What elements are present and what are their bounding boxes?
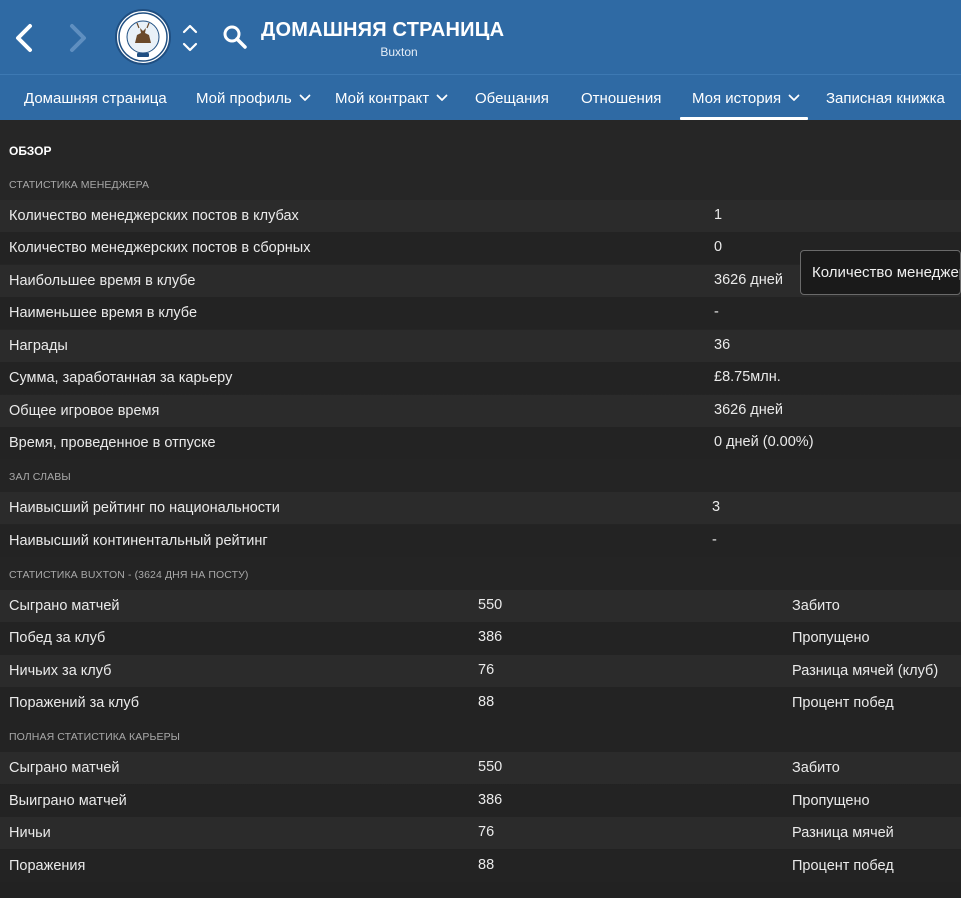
- tab-promises[interactable]: Обещания: [475, 75, 549, 121]
- stat-value: 550: [478, 759, 503, 775]
- table-row[interactable]: Количество менеджерских постов в клубах …: [0, 200, 961, 232]
- tab-my-contract[interactable]: Мой контракт: [335, 75, 448, 121]
- table-row[interactable]: Общее игровое время 3626 дней: [0, 395, 961, 427]
- stat-value: 550: [478, 597, 503, 613]
- tab-home[interactable]: Домашняя страница: [24, 75, 167, 121]
- table-row[interactable]: Наивысший континентальный рейтинг -: [0, 525, 961, 557]
- search-icon[interactable]: [222, 24, 248, 50]
- title-bar: ДОМАШНЯЯ СТРАНИЦА Buxton: [0, 0, 961, 74]
- table-row[interactable]: Сыграно матчей 550 Забито: [0, 752, 961, 784]
- tab-my-history[interactable]: Моя история: [692, 75, 800, 121]
- club-crest-logo[interactable]: [115, 9, 171, 65]
- stat-label-secondary: Пропущено: [792, 793, 870, 809]
- stat-label: Побед за клуб: [9, 630, 106, 646]
- table-row[interactable]: Наименьшее время в клубе -: [0, 297, 961, 329]
- tab-label: Мой контракт: [335, 89, 430, 107]
- hall-of-fame-header: ЗАЛ СЛАВЫ: [9, 471, 71, 483]
- tab-my-profile[interactable]: Мой профиль: [196, 75, 311, 121]
- table-row[interactable]: Ничьих за клуб 76 Разница мячей (клуб): [0, 655, 961, 687]
- stat-value: 1: [714, 207, 723, 223]
- stat-label: Наивысший континентальный рейтинг: [9, 533, 268, 549]
- tab-label: Отношения: [581, 89, 662, 107]
- stat-value: 3: [712, 499, 721, 515]
- table-row[interactable]: Сыграно матчей 550 Забито: [0, 590, 961, 622]
- page-title: ДОМАШНЯЯ СТРАНИЦА: [261, 19, 505, 41]
- tab-label: Записная книжка: [826, 89, 945, 107]
- chevron-down-icon: [436, 94, 448, 102]
- stat-value: 0 дней (0.00%): [714, 434, 814, 450]
- stat-label: Поражений за клуб: [9, 695, 140, 711]
- back-arrow-icon[interactable]: [6, 18, 42, 58]
- tab-bar: Домашняя страница Мой профиль Мой контра…: [0, 74, 961, 120]
- stat-label-secondary: Разница мячей: [792, 825, 894, 841]
- table-row[interactable]: Время, проведенное в отпуске 0 дней (0.0…: [0, 427, 961, 459]
- stat-value: 386: [478, 792, 503, 808]
- stat-label: Сумма, заработанная за карьеру: [9, 370, 233, 386]
- chevron-down-icon: [182, 42, 198, 52]
- stat-label: Сыграно матчей: [9, 760, 120, 776]
- tab-label: Обещания: [475, 89, 549, 107]
- tab-label: Моя история: [692, 89, 782, 107]
- stat-label-secondary: Забито: [792, 598, 840, 614]
- stat-value: 386: [478, 629, 503, 645]
- stat-label-secondary: Забито: [792, 760, 840, 776]
- page-subtitle[interactable]: Buxton: [261, 45, 537, 59]
- stat-label: Наивысший рейтинг по национальности: [9, 500, 280, 516]
- stat-label: Наименьшее время в клубе: [9, 305, 198, 321]
- stat-label-secondary: Процент побед: [792, 695, 894, 711]
- stat-label-secondary: Пропущено: [792, 630, 870, 646]
- tooltip: Количество менеджерских постов в сборных: [800, 250, 961, 295]
- stat-label: Количество менеджерских постов в клубах: [9, 208, 299, 224]
- stat-label: Выиграно матчей: [9, 793, 127, 809]
- stat-label: Поражения: [9, 858, 86, 874]
- career-stats-header: ПОЛНАЯ СТАТИСТИКА КАРЬЕРЫ: [9, 731, 181, 743]
- stat-label: Время, проведенное в отпуске: [9, 435, 216, 451]
- tab-notebook[interactable]: Записная книжка: [826, 75, 945, 121]
- tab-label: Домашняя страница: [24, 89, 167, 107]
- table-row[interactable]: Ничьи 76 Разница мячей: [0, 817, 961, 849]
- table-row[interactable]: Наивысший рейтинг по национальности 3: [0, 492, 961, 524]
- stat-label: Награды: [9, 338, 68, 354]
- table-row[interactable]: Побед за клуб 386 Пропущено: [0, 622, 961, 654]
- stat-label-secondary: Разница мячей (клуб): [792, 663, 939, 679]
- stat-label: Ничьих за клуб: [9, 663, 112, 679]
- tab-label: Мой профиль: [196, 89, 292, 107]
- stat-value: 3626 дней: [714, 402, 783, 418]
- section-title: ОБЗОР: [9, 144, 52, 158]
- stat-label-secondary: Процент побед: [792, 858, 894, 874]
- stat-label: Общее игровое время: [9, 403, 160, 419]
- table-row[interactable]: Выиграно матчей 386 Пропущено: [0, 785, 961, 817]
- club-stats-header: СТАТИСТИКА BUXTON - (3624 ДНЯ НА ПОСТУ): [9, 569, 249, 581]
- chevron-up-icon: [182, 24, 198, 34]
- stat-label: Ничьи: [9, 825, 51, 841]
- table-row[interactable]: Награды 36: [0, 330, 961, 362]
- tooltip-text: Количество менеджерских постов в сборных: [812, 264, 960, 281]
- stat-label: Наибольшее время в клубе: [9, 273, 196, 289]
- stat-value: -: [712, 532, 717, 548]
- stat-label: Количество менеджерских постов в сборных: [9, 240, 311, 256]
- stat-value: 76: [478, 662, 495, 678]
- stat-value: 88: [478, 857, 495, 873]
- manager-stats-header: СТАТИСТИКА МЕНЕДЖЕРА: [9, 179, 150, 191]
- stat-value: 0: [714, 239, 723, 255]
- stat-value: 76: [478, 824, 495, 840]
- table-row[interactable]: Поражений за клуб 88 Процент побед: [0, 687, 961, 719]
- chevron-down-icon: [299, 94, 311, 102]
- stat-label: Сыграно матчей: [9, 598, 120, 614]
- club-stepper[interactable]: [180, 18, 200, 58]
- table-row[interactable]: Поражения 88 Процент побед: [0, 850, 961, 882]
- history-overview-panel: ОБЗОР СТАТИСТИКА МЕНЕДЖЕРА Количество ме…: [0, 120, 961, 898]
- stat-value: 3626 дней: [714, 272, 783, 288]
- stat-value: -: [714, 304, 719, 320]
- tab-relationships[interactable]: Отношения: [581, 75, 661, 121]
- stat-value: £8.75млн.: [714, 369, 781, 385]
- stat-value: 88: [478, 694, 495, 710]
- forward-arrow-icon[interactable]: [60, 18, 96, 58]
- chevron-down-icon: [788, 94, 800, 102]
- stat-value: 36: [714, 337, 731, 353]
- table-row[interactable]: Сумма, заработанная за карьеру £8.75млн.: [0, 362, 961, 394]
